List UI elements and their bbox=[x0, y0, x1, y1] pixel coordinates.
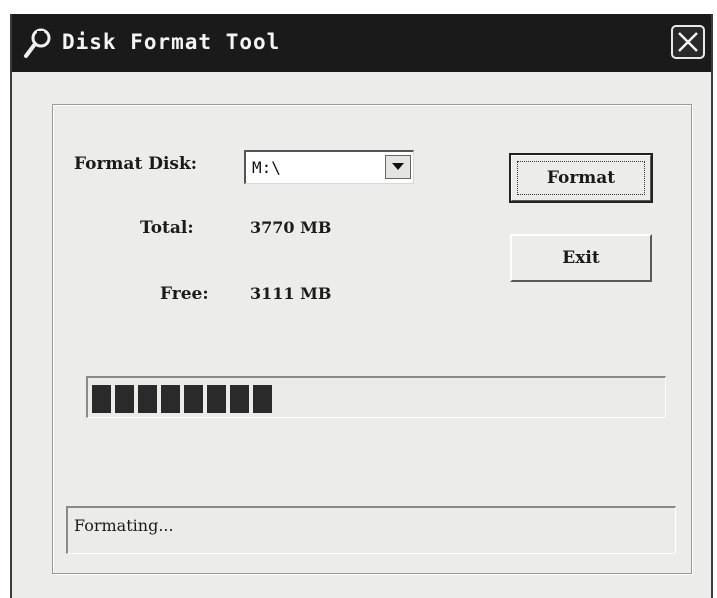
progress-block bbox=[184, 385, 203, 413]
drive-select-value: M:\ bbox=[252, 158, 281, 177]
free-value: 3111 MB bbox=[250, 284, 332, 303]
free-label: Free: bbox=[160, 284, 209, 304]
wrench-icon bbox=[22, 28, 52, 60]
exit-button[interactable]: Exit bbox=[510, 234, 652, 282]
progress-block bbox=[230, 385, 249, 413]
exit-button-label: Exit bbox=[562, 248, 600, 268]
format-progress-bar bbox=[86, 376, 666, 418]
progress-block bbox=[207, 385, 226, 413]
format-button[interactable]: Format bbox=[509, 153, 653, 203]
progress-block bbox=[253, 385, 272, 413]
progress-fill bbox=[92, 385, 276, 413]
progress-block bbox=[161, 385, 180, 413]
progress-block bbox=[138, 385, 157, 413]
window-title: Disk Format Tool bbox=[62, 30, 281, 54]
drive-select[interactable]: M:\ bbox=[244, 150, 414, 184]
progress-block bbox=[92, 385, 111, 413]
status-text: Formating... bbox=[74, 516, 174, 535]
progress-block bbox=[115, 385, 134, 413]
format-disk-label: Format Disk: bbox=[74, 154, 198, 174]
drive-select-dropdown-button[interactable] bbox=[385, 155, 411, 179]
title-bar[interactable]: Disk Format Tool bbox=[12, 14, 711, 72]
total-value: 3770 MB bbox=[250, 218, 332, 237]
close-icon bbox=[678, 32, 698, 52]
disk-format-window: Disk Format Tool Format Disk: M:\ Total:… bbox=[10, 14, 713, 598]
focus-rectangle bbox=[517, 161, 645, 195]
chevron-down-icon bbox=[392, 163, 404, 170]
close-button[interactable] bbox=[671, 25, 705, 59]
total-label: Total: bbox=[140, 218, 194, 238]
status-box: Formating... bbox=[66, 506, 676, 554]
